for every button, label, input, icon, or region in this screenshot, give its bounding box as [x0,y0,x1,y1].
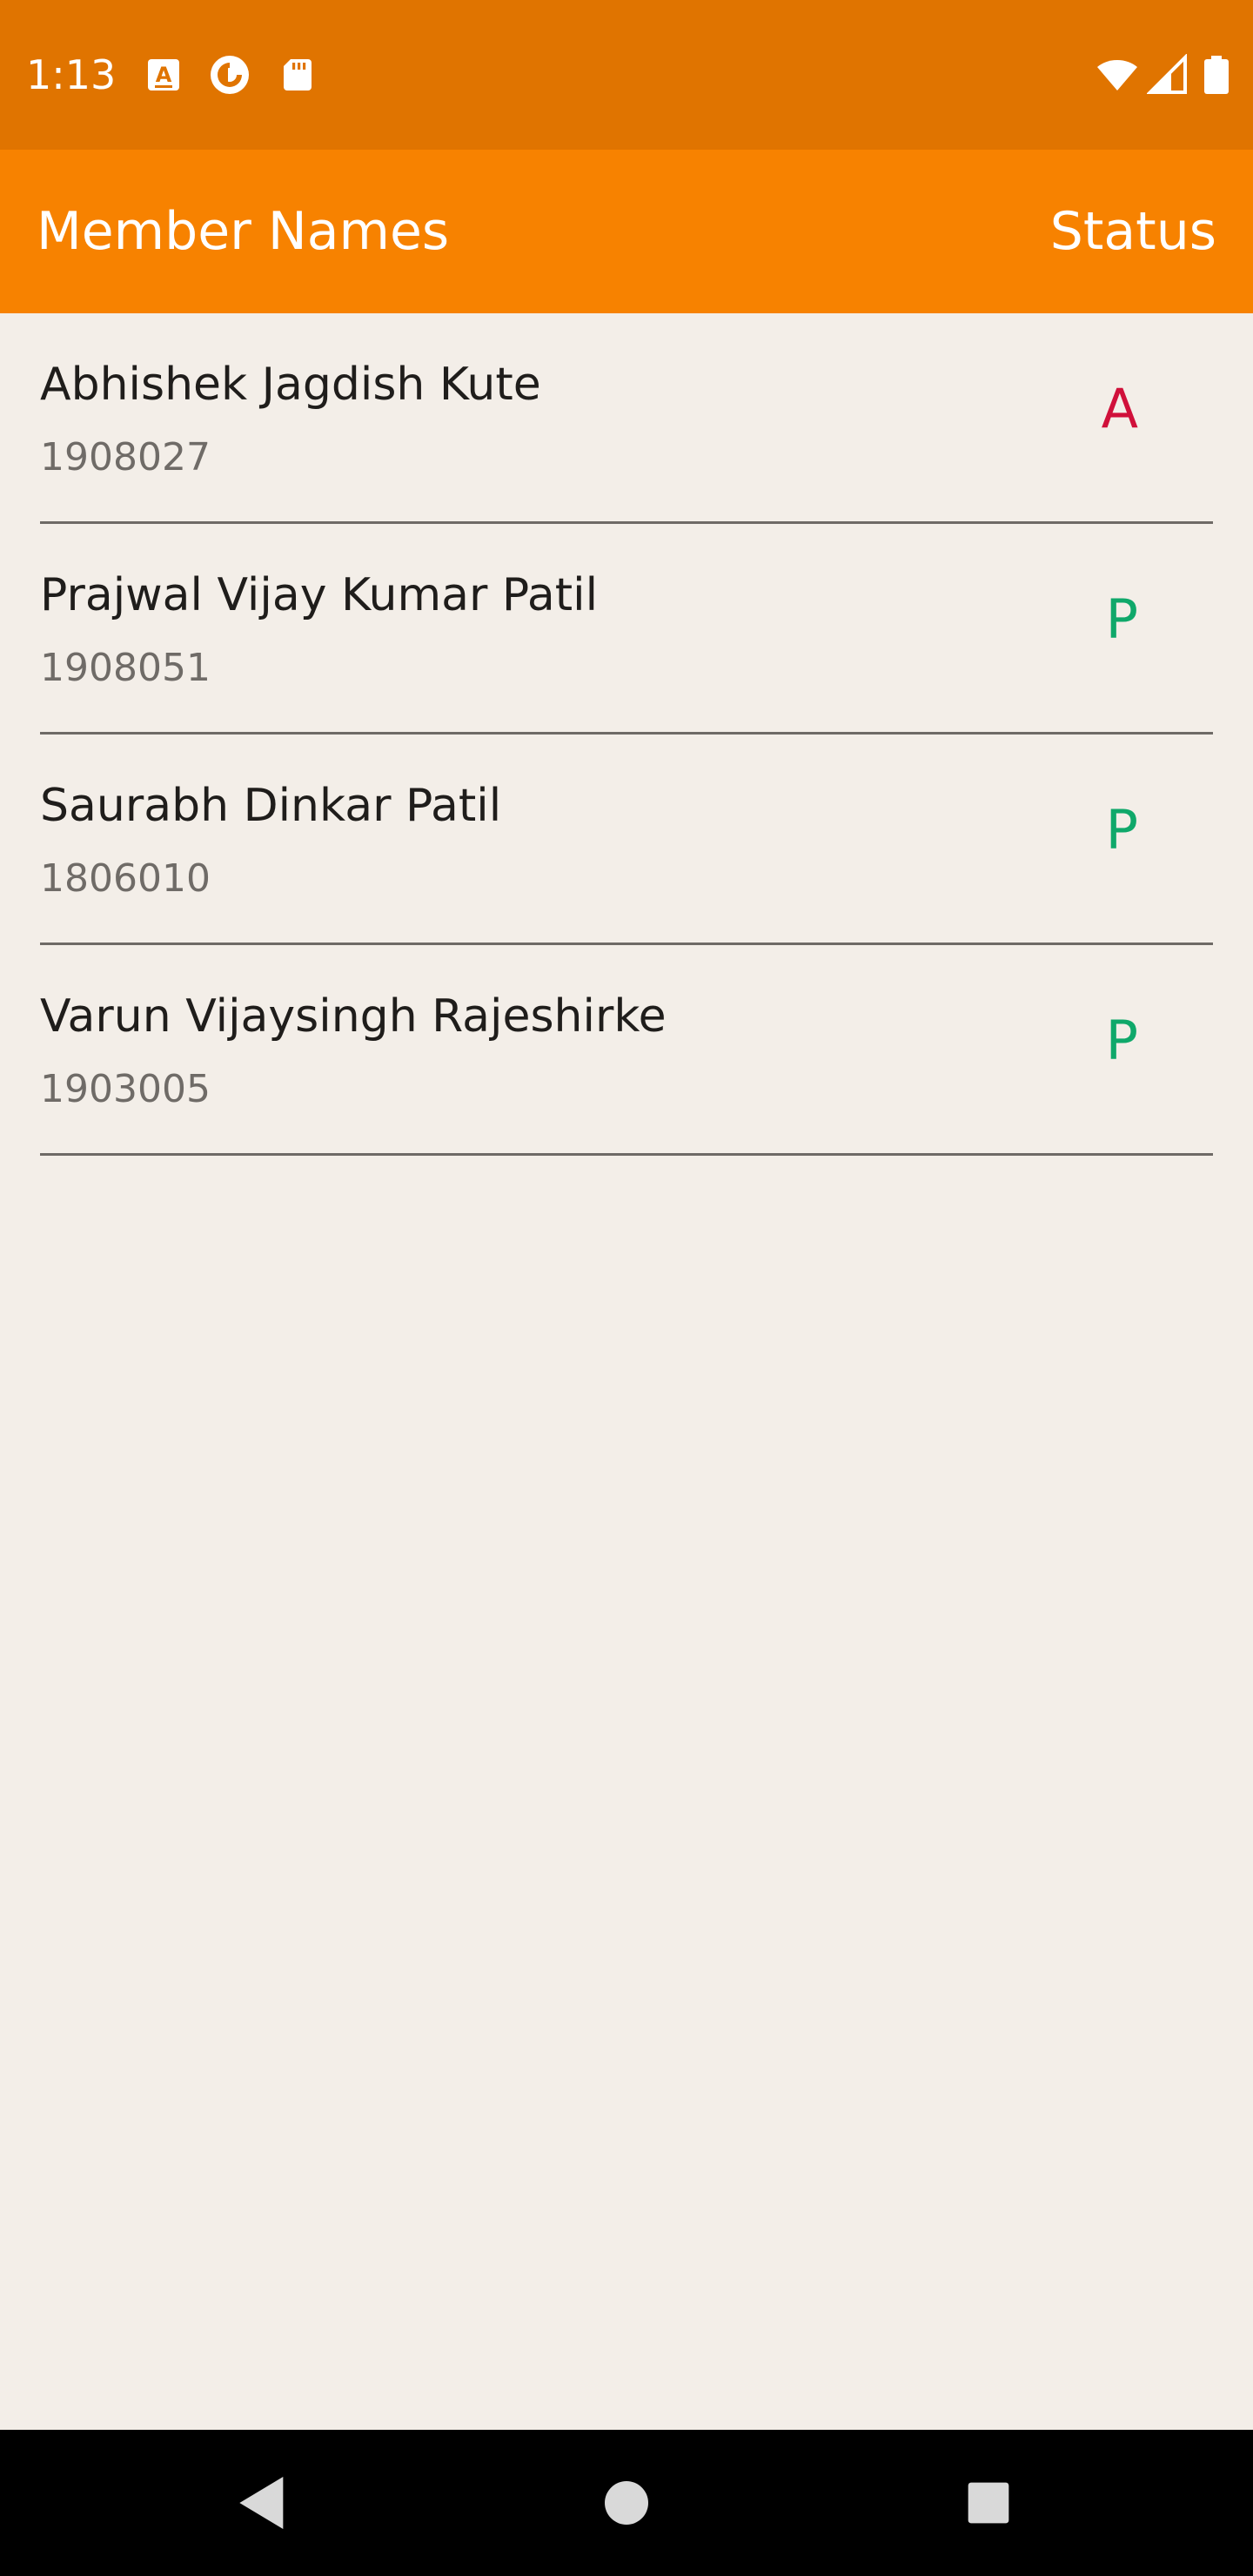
status-badge: P [1105,798,1138,862]
wifi-icon [1093,54,1142,96]
list-item[interactable]: Abhishek Jagdish Kute 1908027 A [40,313,1213,524]
status-column-header: Status [1049,201,1216,262]
member-list: Abhishek Jagdish Kute 1908027 A Prajwal … [0,313,1253,1156]
member-id: 1806010 [40,856,211,901]
recents-icon[interactable] [954,2468,1023,2538]
member-name: Prajwal Vijay Kumar Patil [40,569,599,621]
battery-icon [1199,54,1234,96]
app-bar: Member Names Status [0,150,1253,313]
back-icon[interactable] [228,2468,298,2538]
member-name: Varun Vijaysingh Rajeshirke [40,990,667,1043]
list-item[interactable]: Varun Vijaysingh Rajeshirke 1903005 P [40,945,1213,1156]
status-badge: P [1105,1009,1138,1072]
status-bar: 1:13 A [0,0,1253,150]
list-item[interactable]: Prajwal Vijay Kumar Patil 1908051 P [40,524,1213,735]
page-title: Member Names [37,201,450,262]
screen: 1:13 A Member Names Status Abhishek Jagd… [0,0,1253,2576]
status-time: 1:13 [26,51,117,98]
member-id: 1903005 [40,1067,211,1111]
member-name: Abhishek Jagdish Kute [40,359,541,411]
cell-signal-icon [1147,54,1189,96]
status-badge: A [1101,377,1138,440]
member-name: Saurabh Dinkar Patil [40,780,502,832]
sd-card-icon [277,54,318,96]
list-item[interactable]: Saurabh Dinkar Patil 1806010 P [40,735,1213,945]
home-icon[interactable] [592,2468,661,2538]
navigation-bar [0,2430,1253,2576]
svg-text:A: A [156,63,172,87]
status-badge: P [1105,587,1138,651]
pocket-casts-icon [209,54,251,96]
keyboard-a-icon: A [143,54,184,96]
member-id: 1908027 [40,435,211,480]
member-id: 1908051 [40,646,211,690]
